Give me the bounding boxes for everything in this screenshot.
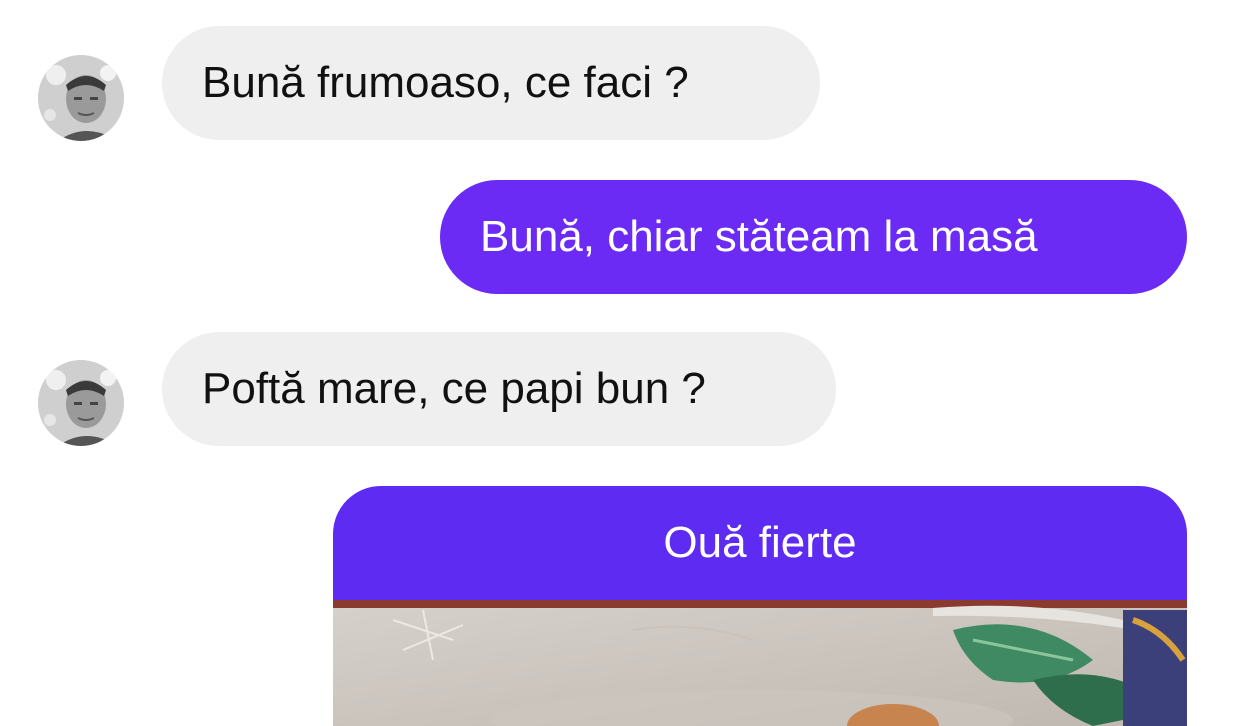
outgoing-photo-message[interactable]: Ouă fierte [333,486,1187,726]
attached-photo[interactable] [333,600,1187,726]
photo-image [333,600,1187,726]
message-text: Bună, chiar stăteam la masă [480,212,1038,261]
incoming-message[interactable]: Poftă mare, ce papi bun ? [162,332,836,446]
contact-avatar[interactable] [38,55,124,141]
message-text: Bună frumoaso, ce faci ? [202,58,689,107]
avatar-photo [38,360,124,446]
message-text: Poftă mare, ce papi bun ? [202,364,706,413]
outgoing-message[interactable]: Bună, chiar stăteam la masă [440,180,1187,294]
photo-caption: Ouă fierte [333,486,1187,600]
avatar-photo [38,55,124,141]
caption-text: Ouă fierte [663,518,857,567]
contact-avatar[interactable] [38,360,124,446]
incoming-message[interactable]: Bună frumoaso, ce faci ? [162,26,820,140]
